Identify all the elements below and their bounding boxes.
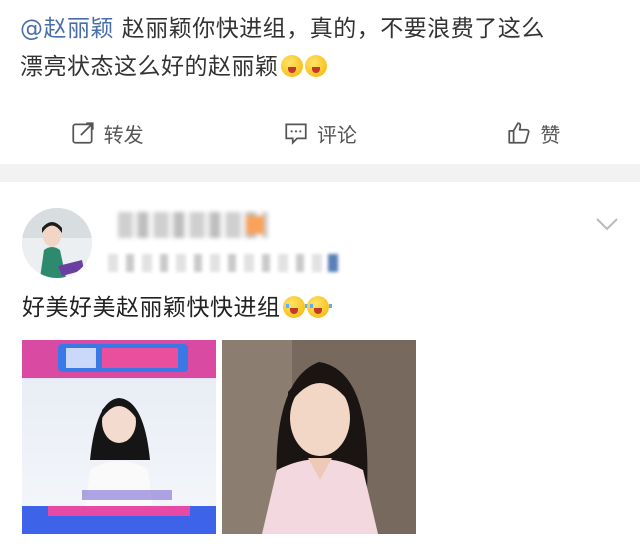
post-2: 好美好美赵丽颖快快进组 [0,182,640,544]
comment-icon [285,123,307,145]
crying-emoji-icon [282,296,308,318]
post-1: @赵丽颖 赵丽颖你快进组，真的，不要浪费了这么 漂亮状态这么好的赵丽颖 转发 评… [0,0,640,164]
chevron-down-icon[interactable] [594,214,620,234]
post-2-text-content: 好美好美赵丽颖快快进组 [22,295,281,321]
event-photo [22,340,216,534]
post-image-2[interactable] [222,340,416,534]
avatar[interactable] [22,208,92,278]
post-1-text-line2: 漂亮状态这么好的赵丽颖 [20,54,279,80]
comment-label: 评论 [316,122,357,147]
repost-button[interactable]: 转发 [0,108,213,158]
post-1-text-line1: 赵丽颖你快进组，真的，不要浪费了这么 [114,16,545,42]
post-image-1[interactable] [22,340,216,534]
blurred-username[interactable] [118,212,268,238]
feed-divider [0,164,640,182]
like-button[interactable]: 赞 [427,108,640,158]
comment-button[interactable]: 评论 [213,108,426,158]
repost-icon [72,122,94,144]
crying-emoji-icon [306,296,332,318]
avatar-image [22,208,92,278]
shocked-emoji-icon [280,55,303,77]
like-label: 赞 [540,122,561,147]
shocked-emoji-icon [304,55,327,77]
post-2-text: 好美好美赵丽颖快快进组 [22,288,332,322]
mention-link[interactable]: @赵丽颖 [20,16,114,42]
action-bar: 转发 评论 赞 [0,108,640,158]
repost-label: 转发 [103,122,144,147]
portrait-photo [222,340,416,534]
blurred-post-meta [108,254,344,272]
post-1-text: @赵丽颖 赵丽颖你快进组，真的，不要浪费了这么 漂亮状态这么好的赵丽颖 [20,10,630,86]
thumbs-up-icon [508,122,530,144]
